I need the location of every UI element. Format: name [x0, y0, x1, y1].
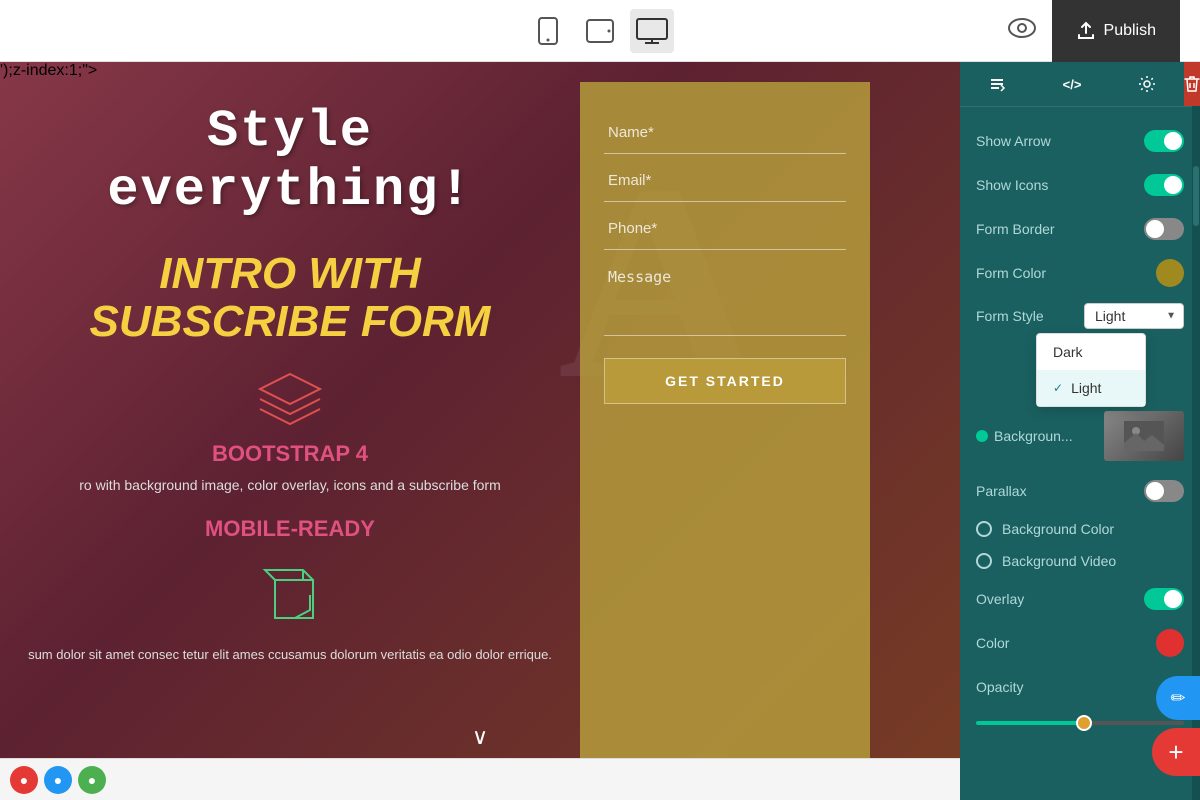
canvas-content: Style everything! INTRO WITH SUBSCRIBE F… [0, 62, 960, 800]
phone-input[interactable] [604, 208, 846, 250]
style-title: Style everything! [20, 102, 560, 220]
get-started-button[interactable]: GET STARTED [604, 358, 846, 404]
bootstrap-label: BOOTSTRAP 4 [212, 441, 368, 467]
form-border-row: Form Border [960, 207, 1200, 251]
show-icons-toggle[interactable] [1144, 174, 1184, 196]
add-icon: + [1168, 737, 1183, 768]
show-icons-label: Show Icons [976, 177, 1048, 193]
bg-color-label: Background Color [1002, 521, 1114, 537]
light-option-label: Light [1071, 380, 1101, 396]
layers-icon-container [255, 369, 325, 429]
background-label: Backgroun... [994, 428, 1073, 444]
device-tablet-btn[interactable] [578, 9, 622, 53]
publish-button[interactable]: Publish [1052, 0, 1180, 62]
sort-tool-btn[interactable] [960, 62, 1035, 106]
form-color-label: Form Color [976, 265, 1046, 281]
form-border-label: Form Border [976, 221, 1055, 237]
show-arrow-label: Show Arrow [976, 133, 1051, 149]
publish-label: Publish [1104, 22, 1156, 40]
settings-tool-btn[interactable] [1109, 62, 1184, 106]
bg-video-row: Background Video [960, 545, 1200, 577]
add-fab-button[interactable]: + [1152, 728, 1200, 776]
preview-button[interactable] [1008, 17, 1036, 45]
bottom-circle-red[interactable]: ● [10, 766, 38, 794]
canvas: ');z-index:1;"> A Style everything! INTR… [0, 62, 960, 800]
overlay-label: Overlay [976, 591, 1024, 607]
background-thumbnail[interactable] [1104, 411, 1184, 461]
overlay-toggle[interactable] [1144, 588, 1184, 610]
form-style-select[interactable]: Light Dark [1084, 303, 1184, 329]
parallax-toggle[interactable] [1144, 480, 1184, 502]
delete-tool-btn[interactable] [1184, 62, 1200, 106]
bg-color-row: Background Color [960, 513, 1200, 545]
background-row: Backgroun... [960, 403, 1200, 469]
dropdown-option-light[interactable]: ✓ Light [1037, 370, 1145, 406]
device-mobile-btn[interactable] [526, 9, 570, 53]
sidebar-toolbar: </> [960, 62, 1200, 107]
form-color-swatch[interactable] [1156, 259, 1184, 287]
edit-icon: ✏ [1170, 688, 1185, 709]
form-color-row: Form Color [960, 251, 1200, 295]
bottom-circle-blue[interactable]: ● [44, 766, 72, 794]
down-arrow[interactable]: ∨ [472, 724, 488, 750]
parallax-label: Parallax [976, 483, 1027, 499]
message-input[interactable] [604, 256, 846, 336]
background-indicator [976, 430, 988, 442]
left-content: Style everything! INTRO WITH SUBSCRIBE F… [0, 62, 580, 800]
color-label: Color [976, 635, 1009, 651]
color-row: Color [960, 621, 1200, 665]
bg-video-label: Background Video [1002, 553, 1116, 569]
form-border-toggle[interactable] [1144, 218, 1184, 240]
opacity-slider-thumb[interactable] [1076, 715, 1092, 731]
code-tool-btn[interactable]: </> [1035, 62, 1110, 106]
overlay-row: Overlay [960, 577, 1200, 621]
device-desktop-btn[interactable] [630, 9, 674, 53]
dark-option-label: Dark [1053, 344, 1083, 360]
email-input[interactable] [604, 160, 846, 202]
form-panel: GET STARTED [580, 82, 870, 780]
sidebar: </> Show Arrow [960, 62, 1200, 800]
top-bar: Publish [0, 0, 1200, 62]
desc-text: ro with background image, color overlay,… [79, 475, 501, 496]
main-area: ');z-index:1;"> A Style everything! INTR… [0, 62, 1200, 800]
background-label-row: Backgroun... [976, 428, 1073, 444]
bg-video-radio[interactable] [976, 553, 992, 569]
form-style-label: Form Style [976, 308, 1044, 324]
device-switcher [526, 9, 674, 53]
name-input[interactable] [604, 112, 846, 154]
edit-fab-button[interactable]: ✏ [1156, 676, 1200, 720]
top-bar-right: Publish [1008, 0, 1180, 62]
opacity-label: Opacity [976, 679, 1023, 695]
show-icons-row: Show Icons [960, 163, 1200, 207]
parallax-row: Parallax [960, 469, 1200, 513]
box-icon-container [255, 560, 325, 635]
bottom-bar: ● ● ● [0, 758, 960, 800]
bg-color-radio[interactable] [976, 521, 992, 537]
show-arrow-toggle[interactable] [1144, 130, 1184, 152]
form-style-row: Form Style Light Dark ▼ Dark [960, 295, 1200, 403]
check-icon: ✓ [1053, 381, 1063, 395]
form-style-dropdown-wrapper: Light Dark ▼ [1084, 303, 1184, 329]
lorem-text: sum dolor sit amet consec tetur elit ame… [28, 645, 552, 665]
sidebar-scrollbar-thumb [1193, 166, 1199, 226]
bottom-circle-green[interactable]: ● [78, 766, 106, 794]
dropdown-option-dark[interactable]: Dark [1037, 334, 1145, 370]
form-style-dropdown-menu: Dark ✓ Light [1036, 333, 1146, 407]
intro-title: INTRO WITH SUBSCRIBE FORM [90, 250, 491, 347]
opacity-slider-track[interactable] [976, 721, 1184, 725]
color-swatch[interactable] [1156, 629, 1184, 657]
show-arrow-row: Show Arrow [960, 119, 1200, 163]
mobile-label: MOBILE-READY [205, 516, 375, 542]
